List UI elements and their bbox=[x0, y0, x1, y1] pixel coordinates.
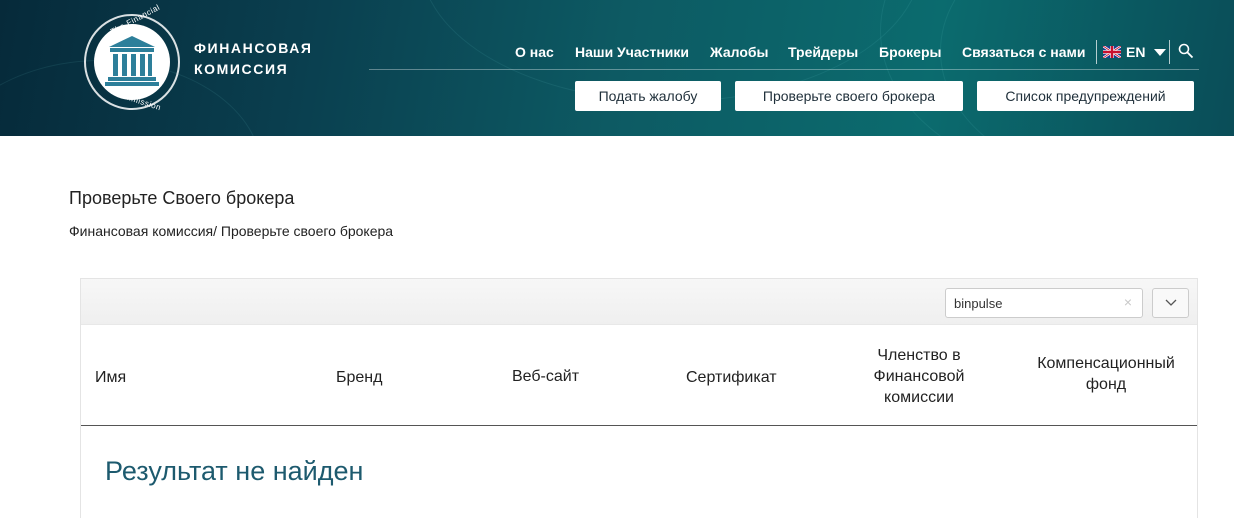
nav-item-members[interactable]: Наши Участники bbox=[575, 44, 689, 60]
nav-item-about[interactable]: О нас bbox=[515, 44, 554, 60]
header-decoration bbox=[940, 0, 1234, 136]
building-icon bbox=[105, 36, 159, 86]
language-selector[interactable]: EN bbox=[1103, 44, 1167, 60]
no-result-message: Результат не найден bbox=[105, 456, 364, 486]
breadcrumb: Финансовая комиссия/ Проверьте своего бр… bbox=[69, 223, 393, 239]
search-icon[interactable] bbox=[1178, 43, 1194, 59]
nav-separator bbox=[1169, 40, 1170, 64]
nav-item-traders[interactable]: Трейдеры bbox=[788, 44, 858, 60]
check-broker-button[interactable]: Проверьте своего брокера bbox=[735, 81, 963, 111]
nav-separator bbox=[1096, 40, 1097, 64]
broker-table-panel: × Имя Бренд Веб-сайт Сертификат Членство… bbox=[80, 278, 1198, 518]
page-title: Проверьте Своего брокера bbox=[69, 188, 295, 208]
warning-list-button[interactable]: Список предупреждений bbox=[977, 81, 1194, 111]
broker-search-box[interactable]: × bbox=[945, 288, 1143, 318]
filter-dropdown-button[interactable] bbox=[1152, 288, 1189, 318]
nav-item-contact[interactable]: Связаться с нами bbox=[962, 44, 1085, 60]
brand-line-1: ФИНАНСОВАЯ bbox=[194, 40, 313, 56]
brand-name[interactable]: ФИНАНСОВАЯ КОМИССИЯ bbox=[194, 38, 313, 80]
column-header-membership[interactable]: Членство в Финансовой комиссии bbox=[861, 345, 977, 408]
nav-item-brokers[interactable]: Брокеры bbox=[879, 44, 941, 60]
uk-flag-icon bbox=[1103, 46, 1121, 58]
brand-line-2: КОМИССИЯ bbox=[194, 61, 289, 77]
column-header-website[interactable]: Веб-сайт bbox=[512, 366, 579, 387]
table-header: Имя Бренд Веб-сайт Сертификат Членство в… bbox=[81, 325, 1197, 426]
column-header-name[interactable]: Имя bbox=[95, 367, 126, 388]
chevron-down-icon bbox=[1154, 48, 1167, 56]
site-header: The Financial Commission ФИНАНСОВАЯ КОМИ… bbox=[0, 0, 1234, 136]
nav-item-complaints[interactable]: Жалобы bbox=[710, 44, 768, 60]
breadcrumb-home-link[interactable]: Финансовая комиссия/ bbox=[69, 223, 217, 239]
submit-complaint-button[interactable]: Подать жалобу bbox=[575, 81, 721, 111]
column-header-compensation-fund[interactable]: Компенсационный фонд bbox=[1029, 353, 1183, 395]
breadcrumb-current: Проверьте своего брокера bbox=[217, 223, 394, 239]
column-header-certificate[interactable]: Сертификат bbox=[686, 367, 777, 388]
column-header-brand[interactable]: Бренд bbox=[336, 367, 382, 388]
table-toolbar: × bbox=[81, 278, 1197, 325]
clear-icon[interactable]: × bbox=[1124, 294, 1132, 310]
language-code: EN bbox=[1126, 44, 1146, 60]
broker-search-input[interactable] bbox=[954, 295, 1114, 311]
nav-divider bbox=[369, 69, 1199, 70]
chevron-down-icon bbox=[1165, 299, 1176, 306]
